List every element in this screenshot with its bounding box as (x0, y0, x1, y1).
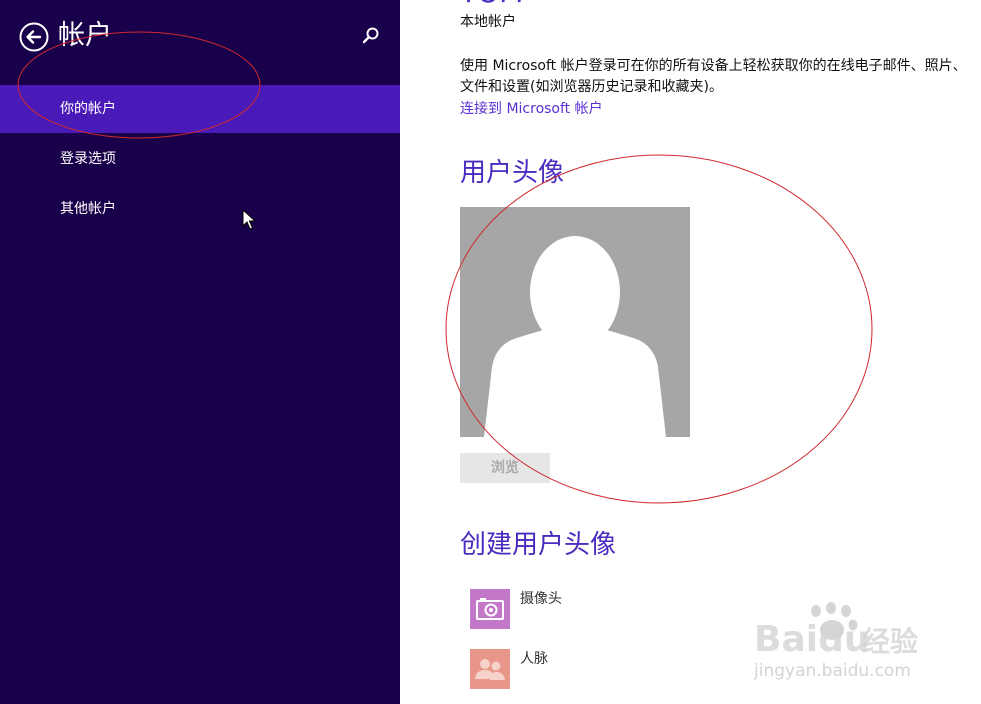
people-option-label: 人脉 (520, 651, 548, 667)
sidebar: 帐户 你的帐户 登录选项 其他帐户 (0, 0, 400, 704)
browse-button[interactable]: 浏览 (460, 453, 550, 483)
camera-icon (476, 598, 504, 620)
sidebar-item-label: 登录选项 (60, 151, 116, 167)
avatar-section-heading: 用户头像 (460, 158, 565, 188)
connect-microsoft-account-link[interactable]: 连接到 Microsoft 帐户 (460, 99, 603, 119)
sidebar-item-your-account[interactable]: 你的帐户 (0, 85, 400, 133)
back-button[interactable] (19, 22, 49, 52)
back-arrow-icon (19, 22, 49, 52)
user-name: TOM (460, 0, 523, 8)
create-avatar-heading: 创建用户头像 (460, 530, 617, 560)
search-icon (362, 27, 379, 44)
sidebar-item-sign-in-options[interactable]: 登录选项 (0, 135, 400, 183)
account-type: 本地帐户 (460, 14, 516, 30)
people-icon (475, 659, 505, 680)
camera-tile (470, 589, 510, 629)
people-tile (470, 649, 510, 689)
avatar (460, 207, 690, 437)
sidebar-item-other-accounts[interactable]: 其他帐户 (0, 185, 400, 233)
people-option[interactable]: 人脉 (470, 649, 770, 691)
sidebar-item-label: 其他帐户 (60, 201, 116, 217)
camera-option-label: 摄像头 (520, 591, 562, 607)
sidebar-item-label: 你的帐户 (60, 101, 116, 117)
camera-option[interactable]: 摄像头 (470, 589, 770, 631)
page-title: 帐户 (58, 20, 112, 51)
default-user-icon (484, 236, 666, 437)
main-content: TOM 本地帐户 使用 Microsoft 帐户登录可在你的所有设备上轻松获取你… (400, 0, 981, 704)
account-description: 使用 Microsoft 帐户登录可在你的所有设备上轻松获取你的在线电子邮件、照… (460, 58, 967, 95)
mouse-cursor-icon (242, 209, 256, 230)
search-button[interactable] (361, 26, 381, 46)
